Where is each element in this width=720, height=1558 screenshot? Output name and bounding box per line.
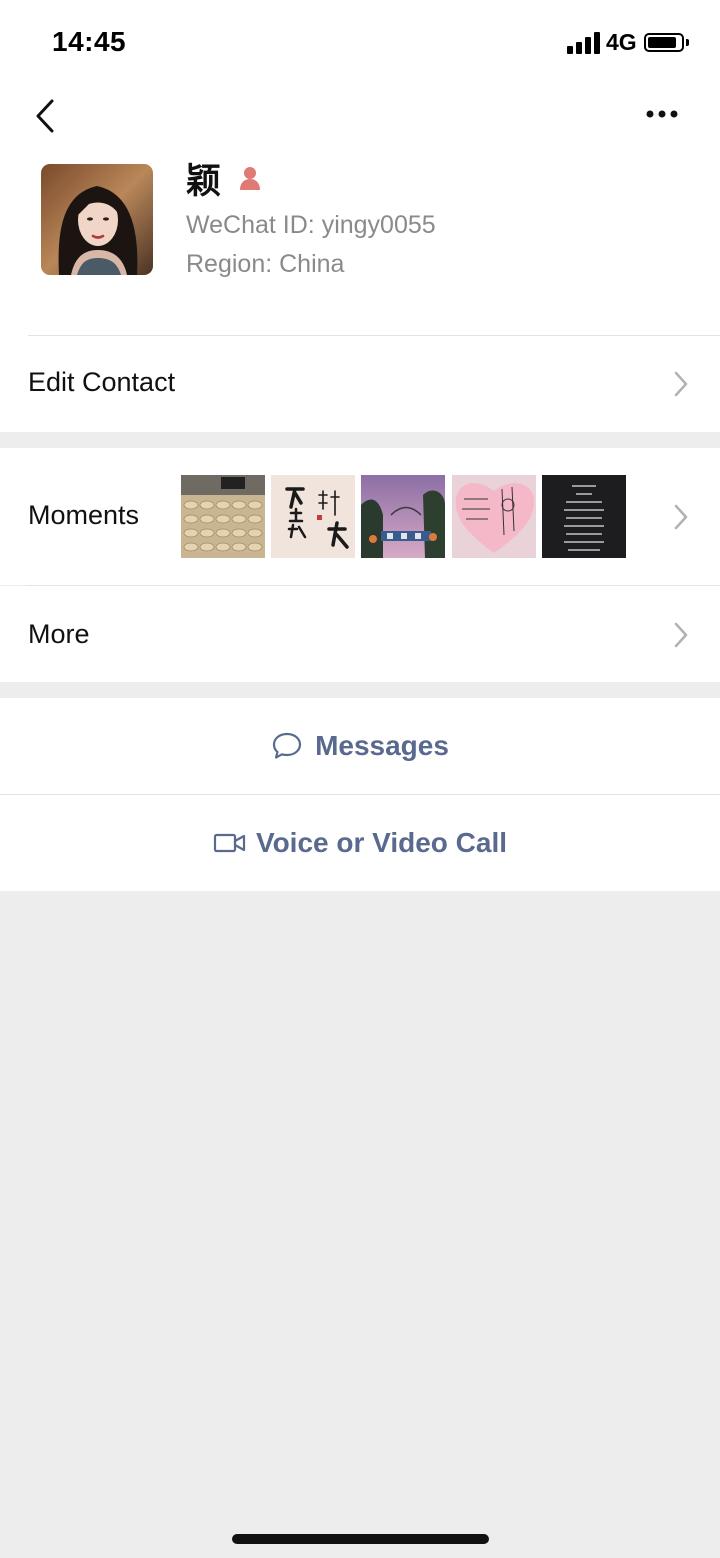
battery-tip: [686, 39, 689, 46]
messages-label: Messages: [315, 730, 449, 761]
voice-video-call-label: Voice or Video Call: [255, 827, 508, 858]
more-row[interactable]: More: [0, 586, 720, 682]
edit-contact-row[interactable]: Edit Contact: [0, 336, 720, 432]
region: Region: China: [186, 250, 345, 278]
avatar[interactable]: [41, 164, 153, 275]
network-type: 4G: [606, 29, 637, 55]
moments-label: Moments: [28, 500, 140, 530]
ellipsis-icon[interactable]: [640, 100, 684, 128]
chat-bubble-icon: [272, 732, 302, 759]
home-indicator[interactable]: [232, 1534, 489, 1544]
moment-photo-heart-note[interactable]: [452, 475, 536, 558]
chevron-right-icon: [674, 622, 688, 648]
messages-button[interactable]: Messages: [0, 698, 720, 794]
chevron-right-icon: [674, 504, 688, 530]
signal-icon: [567, 32, 601, 54]
female-icon: [240, 167, 261, 190]
contact-name: 颖: [186, 161, 222, 202]
moment-photo-dark-text[interactable]: [542, 475, 626, 558]
voice-video-call-button[interactable]: Voice or Video Call: [0, 795, 720, 891]
video-camera-icon: [213, 833, 246, 853]
more-label: More: [28, 619, 90, 649]
wechat-id: WeChat ID: yingy0055: [186, 211, 436, 239]
chevron-right-icon: [674, 371, 688, 397]
battery-icon: [644, 33, 684, 52]
status-time: 14:45: [52, 26, 127, 57]
edit-contact-label: Edit Contact: [28, 367, 176, 397]
moment-photo-street[interactable]: [361, 475, 445, 558]
chevron-left-icon[interactable]: [30, 96, 66, 136]
contact-name-row: 颖: [186, 158, 263, 202]
status-bar: 14:45 4G: [0, 0, 720, 86]
moment-photo-dumplings[interactable]: [181, 475, 265, 558]
moment-photo-calligraphy[interactable]: [271, 475, 355, 558]
